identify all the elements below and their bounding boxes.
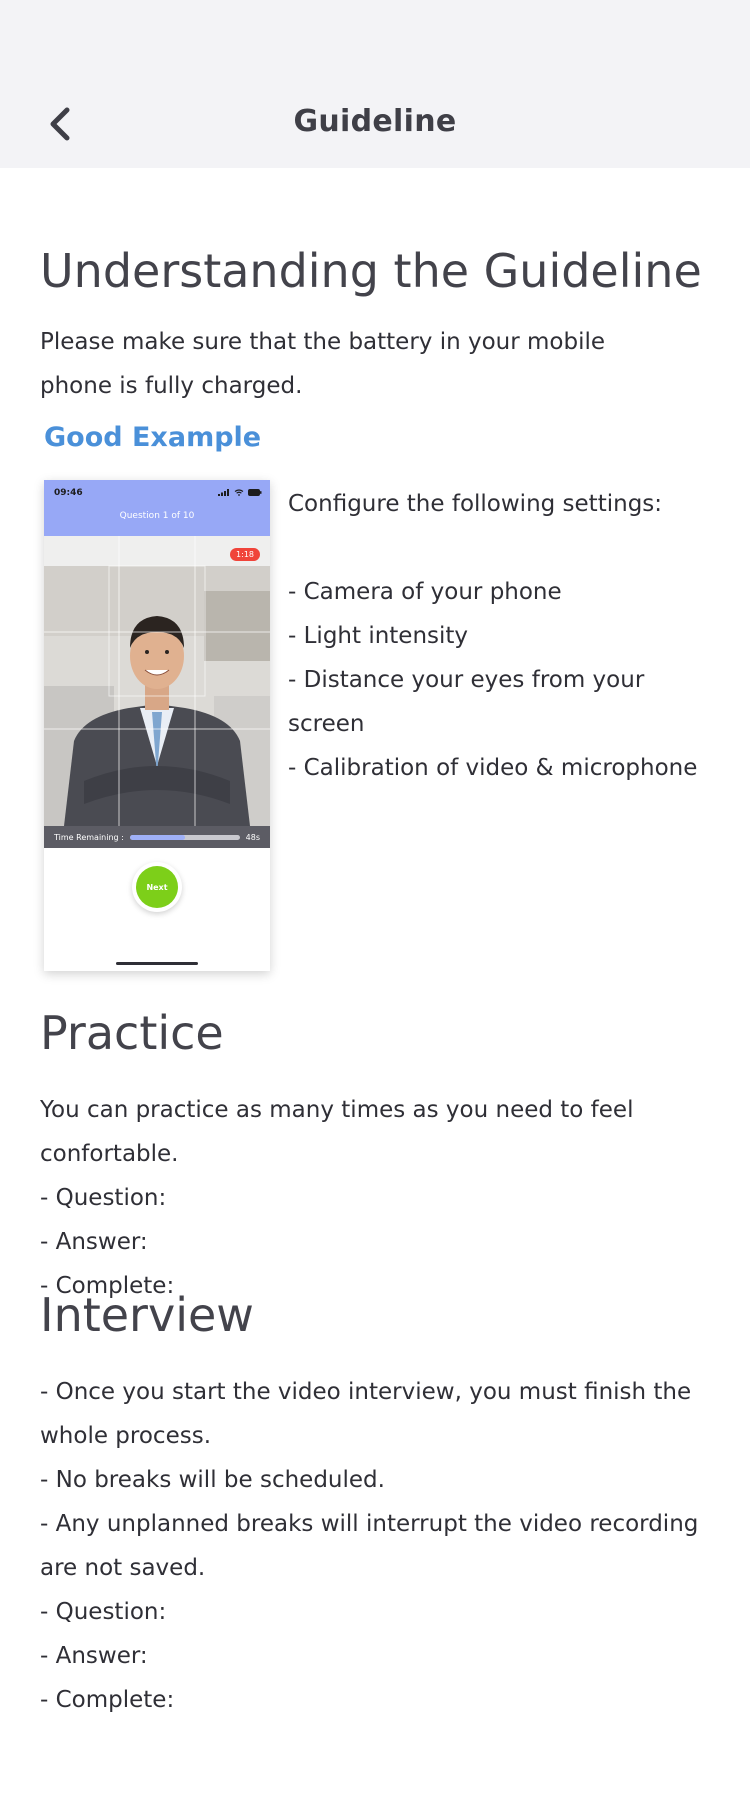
- config-item: - Camera of your phone: [288, 579, 562, 605]
- recording-timer-badge: 1:18: [230, 548, 260, 561]
- phone-next-button-ring: Next: [132, 862, 182, 912]
- config-item: - Distance your eyes from your screen: [288, 667, 645, 737]
- good-example-heading: Good Example: [44, 422, 262, 453]
- candidate-video-frame: 1:18: [44, 536, 270, 826]
- time-remaining-fill: [129, 834, 185, 840]
- time-remaining-track: [129, 834, 240, 840]
- config-item: - Calibration of video & microphone: [288, 755, 698, 781]
- section-title-interview: Interview: [40, 1288, 254, 1342]
- example-phone-screenshot: 09:46 Question 1 of 10 1:18 Time Remaini…: [44, 480, 270, 971]
- phone-status-icons: [218, 489, 262, 496]
- phone-question-counter: Question 1 of 10: [119, 511, 195, 521]
- time-remaining-label: Time Remaining :: [54, 832, 124, 842]
- practice-body: You can practice as many times as you ne…: [40, 1088, 730, 1308]
- interview-line: - Question:: [40, 1599, 167, 1625]
- app-header: Guideline: [0, 0, 750, 168]
- practice-line: You can practice as many times as you ne…: [40, 1097, 634, 1167]
- config-intro: Configure the following settings:: [288, 491, 663, 517]
- time-remaining-bar: Time Remaining : 48s: [44, 826, 270, 848]
- interview-line: - Any unplanned breaks will interrupt th…: [40, 1511, 699, 1581]
- config-item: - Light intensity: [288, 623, 469, 649]
- section-title-practice: Practice: [40, 1006, 224, 1060]
- interview-body: - Once you start the video interview, yo…: [40, 1370, 720, 1722]
- time-remaining-seconds: 48s: [245, 832, 260, 842]
- practice-line: - Question:: [40, 1185, 167, 1211]
- interview-line: - Answer:: [40, 1643, 148, 1669]
- phone-home-indicator: [116, 962, 198, 965]
- candidate-photo-illustration: [44, 536, 270, 826]
- config-settings-list: Configure the following settings: - Came…: [288, 482, 728, 790]
- practice-line: - Answer:: [40, 1229, 148, 1255]
- phone-status-header: 09:46 Question 1 of 10: [44, 480, 270, 536]
- interview-line: - Once you start the video interview, yo…: [40, 1379, 692, 1449]
- phone-next-button: Next: [136, 866, 178, 908]
- interview-line: - Complete:: [40, 1687, 175, 1713]
- signal-icon: [218, 489, 229, 496]
- interview-line: - No breaks will be scheduled.: [40, 1467, 385, 1493]
- battery-notice: Please make sure that the battery in you…: [40, 329, 606, 399]
- page-title: Guideline: [293, 104, 457, 139]
- section-title-understanding: Understanding the Guideline: [40, 244, 702, 298]
- phone-clock: 09:46: [54, 488, 83, 498]
- battery-icon: [248, 489, 262, 496]
- wifi-icon: [234, 489, 244, 496]
